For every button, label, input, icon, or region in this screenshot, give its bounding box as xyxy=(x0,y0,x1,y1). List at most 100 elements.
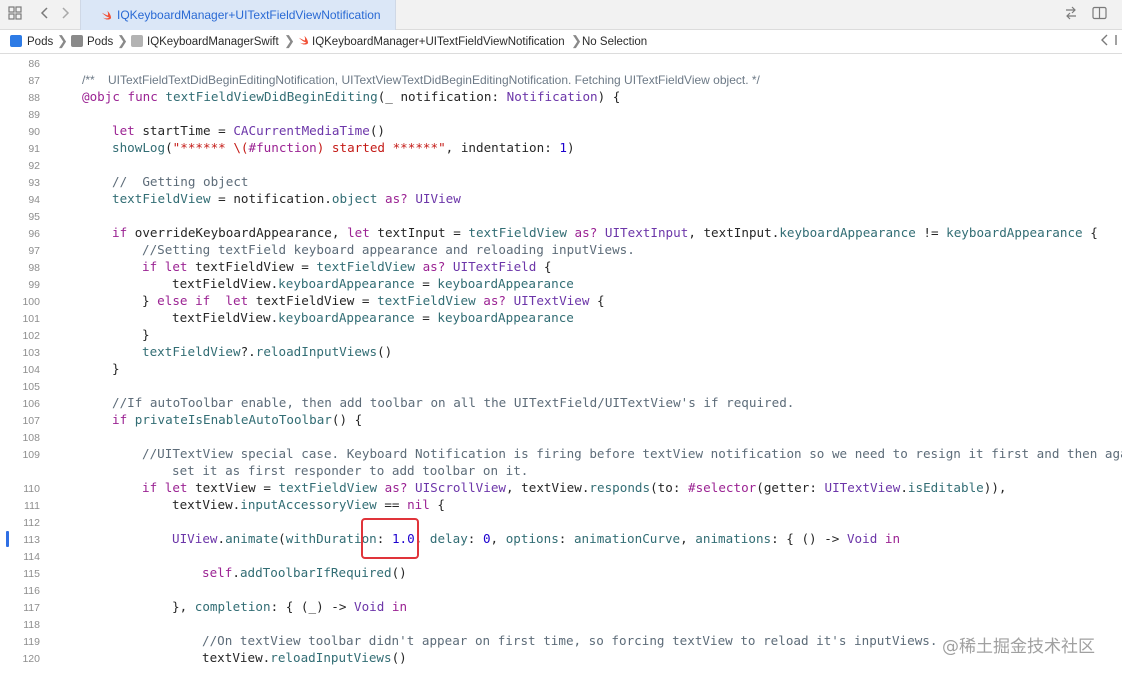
token-plain: (_ notification: xyxy=(377,89,507,104)
code-line: textFieldView = notification.object as? … xyxy=(112,191,461,206)
line-number: 86 xyxy=(28,58,40,70)
token-property: textFieldView xyxy=(377,293,476,308)
code-line: /** UITextFieldTextDidBeginEditingNotifi… xyxy=(82,73,760,87)
line-number: 108 xyxy=(22,432,40,444)
back-chevron-icon[interactable] xyxy=(36,6,54,24)
code-line: textView.inputAccessoryView == nil { xyxy=(172,497,445,512)
line-number: 115 xyxy=(23,568,40,580)
token-type: UIScrollView xyxy=(407,480,506,495)
token-argument-label: options xyxy=(505,531,559,546)
token-plain: startTime = xyxy=(134,123,234,138)
line-number: 100 xyxy=(22,296,40,308)
token-plain: == xyxy=(376,497,408,512)
token-keyword: @objc func xyxy=(82,89,166,104)
token-plain: : { (_) -> xyxy=(270,599,354,614)
token-keyword: in xyxy=(384,599,408,614)
line-number: 106 xyxy=(22,398,40,410)
code-line: textFieldView?.reloadInputViews() xyxy=(142,344,392,359)
line-number: 107 xyxy=(22,415,40,427)
highlight-annotation-box xyxy=(361,518,419,559)
token-plain: ) xyxy=(566,140,575,155)
token-plain: . xyxy=(217,531,226,546)
token-plain: () xyxy=(391,565,407,580)
breadcrumb-module[interactable]: IQKeyboardManagerSwift xyxy=(147,35,279,49)
code-line: } xyxy=(142,327,150,342)
folder-icon xyxy=(71,35,83,47)
grid-icon[interactable] xyxy=(6,6,24,24)
token-type: UITextView xyxy=(824,480,901,495)
token-argument-label: animations xyxy=(695,531,772,546)
token-plain: != xyxy=(915,225,947,240)
code-line: self.addToolbarIfRequired() xyxy=(202,565,407,580)
token-plain: ( xyxy=(278,531,286,546)
token-plain: { xyxy=(589,293,605,308)
token-function: textFieldViewDidBeginEditing xyxy=(165,89,378,104)
token-string: "****** \( xyxy=(172,140,249,155)
token-keyword: nil xyxy=(407,497,430,512)
tab-active-file[interactable]: IQKeyboardManager+UITextFieldViewNotific… xyxy=(80,0,396,30)
token-type: UITextField xyxy=(445,259,537,274)
line-number: 88 xyxy=(28,92,40,104)
split-editor-icon[interactable] xyxy=(1090,6,1108,24)
code-line: textView.reloadInputViews() xyxy=(202,650,407,665)
token-property: animationCurve xyxy=(573,531,681,546)
token-plain: textInput = xyxy=(369,225,469,240)
token-function: addToolbarIfRequired xyxy=(239,565,392,580)
token-keyword: if xyxy=(112,225,128,240)
code-editor[interactable]: 86 87 88 89 90 91 92 93 94 95 96 97 98 99 100 101 102 103… xyxy=(0,54,1122,673)
token-plain: () xyxy=(377,344,393,359)
code-line: showLog("****** \(#function) started ***… xyxy=(112,140,575,155)
token-function: reloadInputViews xyxy=(255,344,378,359)
token-number: 1 xyxy=(559,140,567,155)
line-number: 98 xyxy=(28,262,40,274)
code-line: } else if let textFieldView = textFieldV… xyxy=(142,293,605,308)
token-function: CACurrentMediaTime xyxy=(233,123,370,138)
token-plain: textFieldView = xyxy=(187,259,317,274)
token-plain: )), xyxy=(983,480,1007,495)
line-number: 120 xyxy=(22,653,40,665)
token-plain: textView. xyxy=(202,650,271,665)
code-comment: //On textView toolbar didn't appear on f… xyxy=(202,633,938,648)
token-number: 0 xyxy=(482,531,491,546)
token-plain: : xyxy=(467,531,483,546)
token-keyword: if xyxy=(112,412,128,427)
code-line: if privateIsEnableAutoToolbar() { xyxy=(112,412,362,427)
folder-icon xyxy=(131,35,143,47)
line-number: 109 xyxy=(22,449,40,461)
tab-label: IQKeyboardManager+UITextFieldViewNotific… xyxy=(117,8,381,22)
token-argument-label: completion xyxy=(194,599,271,614)
swift-file-icon xyxy=(101,8,112,26)
breadcrumb-file[interactable]: IQKeyboardManager+UITextFieldViewNotific… xyxy=(312,35,565,49)
token-type: Notification xyxy=(506,89,598,104)
token-property: textFieldView xyxy=(142,344,241,359)
code-line: } xyxy=(112,361,120,376)
code-comment: //UITextView special case. Keyboard Noti… xyxy=(142,446,1122,461)
breadcrumb-pods-project[interactable]: Pods xyxy=(27,35,53,49)
breadcrumb-separator-icon: ❯ xyxy=(571,33,582,48)
breadcrumb-pods-group[interactable]: Pods xyxy=(87,35,113,49)
line-number: 99 xyxy=(28,279,40,291)
token-keyword: else if let xyxy=(157,293,249,308)
code-line: textFieldView.keyboardAppearance = keybo… xyxy=(172,310,574,325)
code-line: let startTime = CACurrentMediaTime() xyxy=(112,123,385,138)
code-comment: //Setting textField keyboard appearance … xyxy=(142,242,635,257)
token-plain: , xyxy=(680,531,696,546)
token-function: showLog xyxy=(112,140,166,155)
swap-arrows-icon[interactable] xyxy=(1062,6,1080,24)
token-function: animate xyxy=(225,531,279,546)
app-store-icon xyxy=(10,35,22,47)
token-property: keyboardAppearance xyxy=(278,276,415,291)
token-keyword: let xyxy=(112,123,135,138)
breadcrumb-selection[interactable]: No Selection xyxy=(582,35,647,49)
code-review-icon[interactable] xyxy=(1110,33,1122,51)
current-line-marker xyxy=(6,531,9,547)
code-line: UIView.animate(withDuration: 1.0, delay:… xyxy=(172,531,900,546)
token-property: textFieldView xyxy=(316,259,415,274)
token-plain: { xyxy=(429,497,445,512)
line-number: 92 xyxy=(28,160,40,172)
token-plain: : xyxy=(558,531,574,546)
token-keyword: if let xyxy=(142,480,188,495)
token-property: textFieldView xyxy=(468,225,567,240)
forward-chevron-icon[interactable] xyxy=(56,6,74,24)
line-number: 91 xyxy=(28,143,40,155)
